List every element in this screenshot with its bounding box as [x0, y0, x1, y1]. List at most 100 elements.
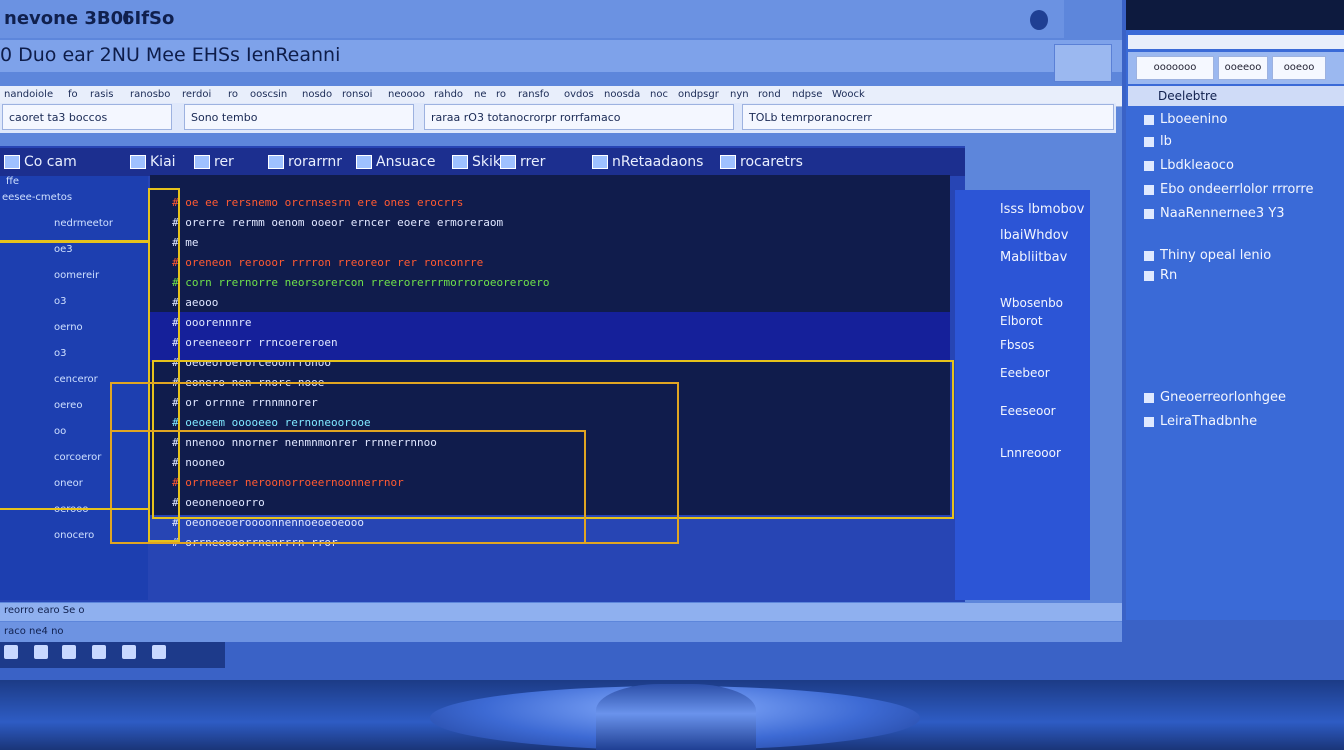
inspector-item[interactable]: Elborot [1000, 314, 1043, 328]
side-item-label: Lboeenino [1160, 112, 1228, 127]
side-item[interactable]: Gneoerreorlonhgee [1144, 390, 1286, 405]
address-field-1[interactable]: caoret ta3 boccos [2, 104, 172, 130]
toolbar-item[interactable]: rahdo [434, 89, 463, 100]
toolbar-item[interactable]: neoooo [388, 89, 425, 100]
side-item[interactable]: lb [1144, 134, 1172, 149]
inspector-item[interactable]: Lnnreooor [1000, 446, 1061, 460]
tab-item[interactable]: nRetaadaons [592, 151, 703, 173]
toolbar-item[interactable]: ne [474, 89, 487, 100]
side-item[interactable]: Rn [1144, 268, 1177, 283]
side-button[interactable]: ooeoo [1272, 56, 1326, 80]
side-item[interactable]: Lbdkleaoco [1144, 158, 1234, 173]
document-icon [500, 155, 516, 169]
toolbar-item[interactable]: ro [228, 89, 238, 100]
side-header: Deelebtre [1128, 86, 1344, 106]
tree-item[interactable]: nedrmeetor [54, 218, 113, 229]
tab-item[interactable]: rer [194, 151, 234, 173]
side-item[interactable]: Ebo ondeerrlolor rrrorre [1144, 182, 1313, 197]
tree-item[interactable]: oo [54, 426, 66, 437]
toolbar-item[interactable]: ransfo [518, 89, 549, 100]
app-icon[interactable] [4, 645, 18, 659]
toolbar-item[interactable]: rerdoi [182, 89, 211, 100]
toolbar-item[interactable]: nandoiole [4, 89, 53, 100]
toolbar-item[interactable]: nyn [730, 89, 749, 100]
app-icon[interactable] [62, 645, 76, 659]
tab-item[interactable]: rocaretrs [720, 151, 803, 173]
side-button[interactable]: ooeeoo [1218, 56, 1268, 80]
document-icon [592, 155, 608, 169]
side-item[interactable]: NaaRennernee3 Y3 [1144, 206, 1285, 221]
inspector-item[interactable]: lsss lbmobov [1000, 202, 1084, 217]
toolbar-item[interactable]: noc [650, 89, 668, 100]
toolbar-item[interactable]: ranosbo [130, 89, 170, 100]
side-toolbar [1128, 35, 1344, 49]
tree-item[interactable]: o3 [54, 348, 66, 359]
side-item[interactable]: LeiraThadbnhe [1144, 414, 1257, 429]
code-line: # ooorennnre [172, 316, 252, 329]
inspector-item[interactable]: Eeebeor [1000, 366, 1050, 380]
tree-item[interactable]: oereo [54, 400, 82, 411]
file-icon [1144, 160, 1154, 171]
toolbar-item[interactable]: rond [758, 89, 781, 100]
address-field-3[interactable]: raraa rO3 totanocrorpr rorrfamaco [424, 104, 734, 130]
tab-item[interactable]: Co cam [4, 151, 77, 173]
toolbar-item[interactable]: ooscsin [250, 89, 287, 100]
tab-label: rocaretrs [740, 154, 803, 170]
app-icon[interactable] [34, 645, 48, 659]
app-icon[interactable] [122, 645, 136, 659]
file-icon [1144, 208, 1154, 219]
lock-icon[interactable] [1030, 10, 1048, 30]
tree-item[interactable]: eesee-cmetos [2, 192, 72, 203]
tree-item[interactable]: corcoeror [54, 452, 101, 463]
app-icon[interactable] [152, 645, 166, 659]
side-item-label: lb [1160, 134, 1172, 149]
inspector-item[interactable]: Fbsos [1000, 338, 1034, 352]
side-item[interactable]: Lboeenino [1144, 112, 1228, 127]
toolbar-item[interactable]: ndpse [792, 89, 822, 100]
side-item-label: Ebo ondeerrlolor rrrorre [1160, 182, 1314, 197]
toolbar-item[interactable]: Woock [832, 89, 865, 100]
app-icon[interactable] [92, 645, 106, 659]
inspector-item[interactable]: Eeeseoor [1000, 404, 1056, 418]
toolbar-item[interactable]: noosda [604, 89, 640, 100]
tab-label: Co cam [24, 154, 77, 170]
toolbar-item[interactable]: ovdos [564, 89, 594, 100]
cloud-button[interactable] [1054, 44, 1112, 82]
document-icon [452, 155, 468, 169]
toolbar-item[interactable]: ro [496, 89, 506, 100]
inspector-item[interactable]: lbaiWhdov [1000, 228, 1068, 243]
address-field-2[interactable]: Sono tembo [184, 104, 414, 130]
address-field-4[interactable]: TOLb temrporanocrerr [742, 104, 1114, 130]
tree-item[interactable]: oomereir [54, 270, 99, 281]
tab-item[interactable]: Ansuace [356, 151, 436, 173]
code-line: # oreneon rerooor rrrron rreoreor rer ro… [172, 256, 484, 269]
tree-item[interactable]: onocero [54, 530, 94, 541]
toolbar-item[interactable]: ondpsgr [678, 89, 719, 100]
tree-item[interactable]: cenceror [54, 374, 98, 385]
tree-item[interactable]: oerno [54, 322, 83, 333]
file-icon [1144, 136, 1154, 147]
tree-item[interactable]: oneor [54, 478, 83, 489]
code-line: # orerre rermm oenom ooeor erncer eoere … [172, 216, 504, 229]
tab-label: rorarrnr [288, 154, 342, 170]
toolbar-item[interactable]: nosdo [302, 89, 332, 100]
tab-item[interactable]: Kiai [130, 151, 176, 173]
document-icon [130, 155, 146, 169]
menu-bar: 0 Duo ear 2NU Mee EHSs IenReanni [0, 40, 1122, 72]
toolbar-item[interactable]: rasis [90, 89, 113, 100]
inspector-item[interactable]: Mabliitbav [1000, 250, 1067, 265]
menu-items[interactable]: 0 Duo ear 2NU Mee EHSs IenReanni [0, 44, 340, 66]
side-button[interactable]: ooooooo [1136, 56, 1214, 80]
code-line: # oreeneeorr rrncoereroen [172, 336, 338, 349]
inspector-item[interactable]: Wbosenbo [1000, 296, 1063, 310]
toolbar-item[interactable]: ronsoi [342, 89, 372, 100]
tree-item[interactable]: oe3 [54, 244, 73, 255]
side-item-label: Rn [1160, 268, 1178, 283]
file-icon [1144, 392, 1154, 403]
tree-item[interactable]: o3 [54, 296, 66, 307]
tab-item[interactable]: rrer [500, 151, 545, 173]
tab-item[interactable]: rorarrnr [268, 151, 342, 173]
side-item[interactable]: Thiny opeal lenio [1144, 248, 1271, 263]
status-text: reorro earo Se o [4, 605, 85, 616]
toolbar-item[interactable]: fo [68, 89, 78, 100]
